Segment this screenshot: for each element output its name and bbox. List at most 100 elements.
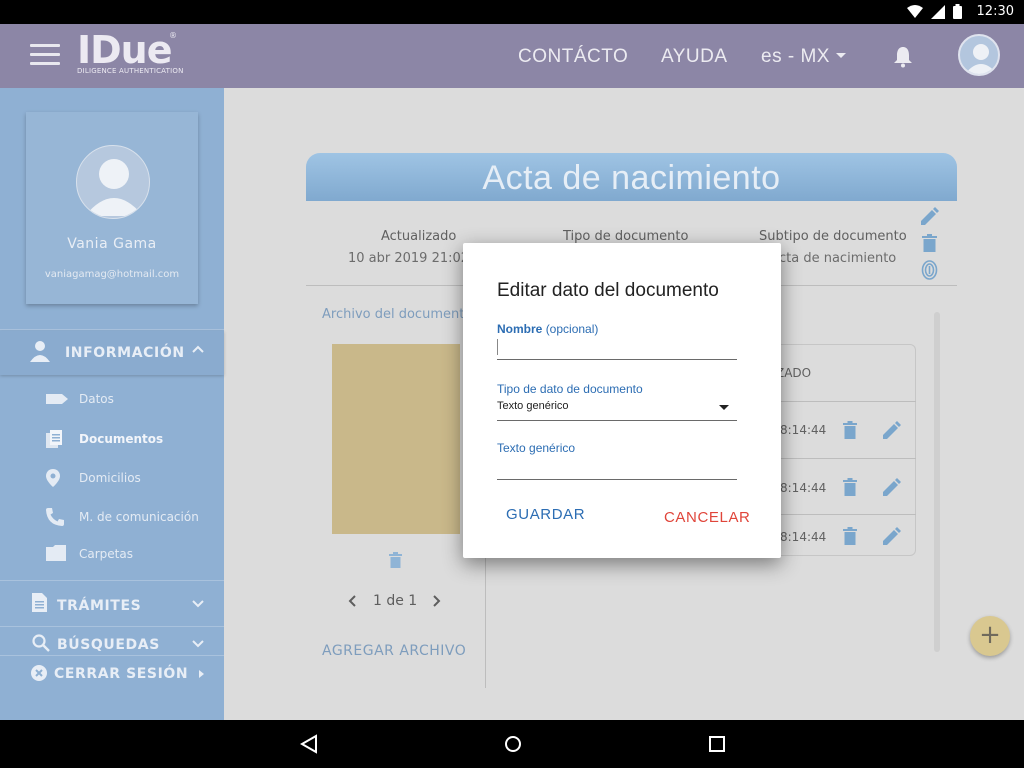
chevron-down-icon[interactable] [192,600,204,608]
nombre-input[interactable] [497,338,737,356]
nombre-label: Nombre (opcional) [497,322,598,336]
status-bar: 12:30 [0,0,1024,24]
table-row-time: 8:14:44 [780,423,827,437]
sidebar-item-comunicacion[interactable]: M. de comunicación [0,503,224,533]
documents-icon [46,430,62,448]
label-icon [46,394,68,404]
document-title: Acta de nacimiento [306,153,957,201]
signal-icon [931,4,945,19]
profile-email: vaniagamag@hotmail.com [44,269,180,280]
divider [0,329,224,330]
table-row-time: 8:14:44 [780,481,827,495]
nav-contacto[interactable]: CONTÁCTO [518,46,628,68]
menu-icon[interactable] [30,44,60,68]
divider [0,580,224,581]
table-header: ZADO [776,366,812,380]
tipo-label: Tipo de dato de documento [497,382,643,396]
sidebar-item-label: Documentos [79,432,164,446]
trash-icon[interactable] [843,527,857,545]
trash-icon[interactable] [843,478,857,496]
logout-button[interactable]: CERRAR SESIÓN [0,658,224,688]
archivo-label: Archivo del documento [322,307,473,322]
texto-label: Texto genérico [497,441,576,455]
chevron-right-icon[interactable] [433,595,441,607]
texto-input[interactable] [497,457,737,475]
battery-icon [953,4,962,19]
app-bar: IDue DILIGENCE AUTHENTICATION ® [0,24,1024,88]
nombre-optional: (opcional) [545,322,599,336]
home-icon[interactable] [504,734,522,754]
sidebar-item-datos[interactable]: Datos [0,385,224,415]
pager-text: 1 de 1 [373,593,418,609]
input-underline [497,359,737,360]
add-button[interactable]: + [970,616,1010,656]
edit-icon[interactable] [883,421,901,439]
navigation-bar [0,720,1024,768]
profile-avatar [76,145,150,219]
trash-icon[interactable] [922,234,937,252]
save-button[interactable]: GUARDAR [506,506,585,523]
scrollbar[interactable] [934,312,940,652]
edit-icon[interactable] [883,527,901,545]
logo-wordmark: IDue [77,28,173,72]
add-file-button[interactable]: AGREGAR ARCHIVO [322,643,466,659]
sidebar-item-label: M. de comunicación [79,510,199,524]
table-row-time: 8:14:44 [780,530,827,544]
language-select[interactable]: es - MX [761,46,830,68]
chevron-down-icon[interactable] [719,405,729,410]
profile-card: Vania Gama vaniagamag@hotmail.com [26,112,198,304]
sidebar-item-domicilios[interactable]: Domicilios [0,464,224,494]
column-label-actualizado: Actualizado [381,229,457,244]
chevron-down-icon[interactable] [836,53,846,58]
tipo-select[interactable]: Texto genérico [497,400,569,412]
phone-icon [46,508,64,526]
search-icon [32,634,50,652]
sidebar-item-label: Carpetas [79,547,133,561]
section-label: BÚSQUEDAS [57,637,160,653]
recents-icon[interactable] [708,734,726,754]
edit-icon[interactable] [883,478,901,496]
chevron-down-icon[interactable] [192,640,204,648]
section-label: CERRAR SESIÓN [54,666,189,682]
logo-registered-mark: ® [169,31,177,40]
column-label-subtipo: Subtipo de documento [759,229,907,244]
app-logo: IDue DILIGENCE AUTHENTICATION ® [77,31,184,75]
status-time: 12:30 [976,4,1014,19]
section-informacion[interactable]: INFORMACIÓN [0,331,224,375]
nombre-label-text: Nombre [497,322,543,336]
input-underline [497,479,737,480]
fingerprint-icon[interactable] [921,260,938,280]
dialog-title: Editar dato del documento [497,280,719,301]
sidebar-item-label: Domicilios [79,471,141,485]
user-avatar[interactable] [958,34,1000,76]
section-busquedas[interactable]: BÚSQUEDAS [0,628,224,656]
chevron-left-icon[interactable] [348,595,356,607]
plus-icon: + [979,620,1001,650]
profile-name: Vania Gama [67,236,157,252]
nav-ayuda[interactable]: AYUDA [661,46,728,68]
edit-data-dialog: Editar dato del documento Nombre (opcion… [463,243,781,558]
cancel-button[interactable]: CANCELAR [664,509,751,526]
column-value-subtipo: cta de nacimiento [779,251,897,266]
edit-icon[interactable] [921,207,939,225]
sidebar-item-documentos[interactable]: Documentos [0,425,224,455]
divider [770,458,916,459]
wifi-icon [907,4,923,18]
document-thumbnail[interactable] [332,344,460,534]
column-value-actualizado: 10 abr 2019 21:02 [348,251,470,266]
chevron-up-icon[interactable] [192,345,204,353]
location-pin-icon [46,469,60,487]
folder-icon [46,545,66,561]
sidebar-item-carpetas[interactable]: Carpetas [0,540,224,570]
divider [770,514,916,515]
section-tramites[interactable]: TRÁMITES [0,583,224,627]
trash-icon[interactable] [389,552,402,568]
sidebar-item-label: Datos [79,392,114,406]
close-circle-icon [31,665,47,681]
bell-icon[interactable] [893,46,913,68]
logo-tagline: DILIGENCE AUTHENTICATION [77,67,184,75]
section-label: TRÁMITES [57,598,142,614]
divider [0,626,224,627]
back-icon[interactable] [300,734,318,754]
trash-icon[interactable] [843,421,857,439]
